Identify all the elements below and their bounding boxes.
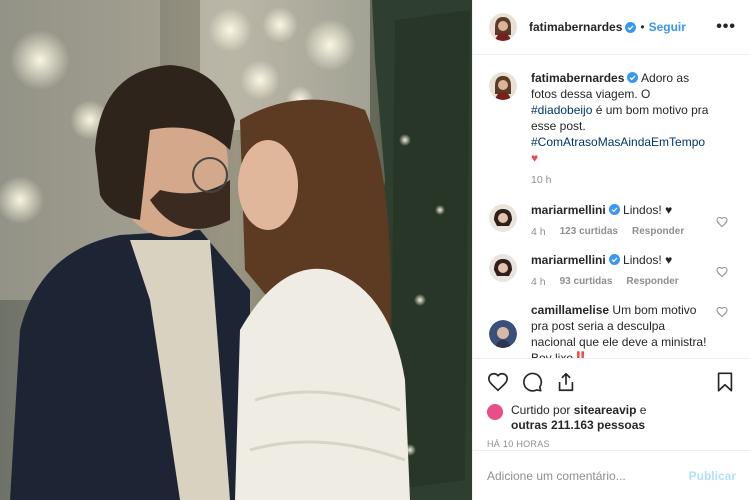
reply-button[interactable]: Responder — [626, 274, 678, 290]
reply-button[interactable]: Responder — [632, 224, 684, 240]
comment-time[interactable]: 4 h — [531, 224, 546, 240]
comment-body: camillamelise Um bom motivo pra post ser… — [531, 302, 713, 358]
post-header: fatimabernardes • Seguir ••• — [473, 0, 750, 55]
commenter-username[interactable]: mariarmellini — [531, 253, 606, 267]
caption-body: fatimabernardes Adoro as fotos dessa via… — [531, 70, 713, 188]
comment-text: Lindos! ♥ — [619, 203, 673, 217]
commenter-username[interactable]: camillamelise — [531, 303, 609, 317]
comment-body: mariarmellini Lindos! ♥ 4 h 123 curtidas… — [531, 202, 713, 240]
post-actions: Curtido por siteareavip e outras 211.163… — [473, 358, 750, 449]
comments-list: fatimabernardes Adoro as fotos dessa via… — [473, 56, 750, 358]
comment-text: Lindos! ♥ — [619, 253, 673, 267]
hashtag-link[interactable]: #ComAtrasoMasAindaEmTempo — [531, 135, 705, 149]
bookmark-icon[interactable] — [714, 371, 736, 393]
comment-likes[interactable]: 93 curtidas — [560, 274, 613, 290]
liked-by-text: Curtido por siteareavip e outras 211.163… — [511, 403, 646, 433]
heart-icon[interactable] — [716, 306, 728, 318]
caption-time[interactable]: 10 h — [531, 172, 551, 188]
caption-meta: 10 h — [531, 172, 713, 188]
liked-by: Curtido por siteareavip e outras 211.163… — [487, 403, 736, 433]
heart-icon[interactable] — [716, 216, 728, 228]
commenter-avatar[interactable] — [489, 204, 517, 232]
heart-icon[interactable] — [716, 266, 728, 278]
verified-icon — [608, 204, 620, 215]
caption-avatar[interactable] — [489, 72, 517, 100]
verified-icon — [625, 21, 637, 33]
post-photo[interactable] — [0, 0, 472, 500]
caption-username[interactable]: fatimabernardes — [531, 71, 624, 85]
action-icons — [487, 369, 736, 395]
commenter-avatar[interactable] — [489, 254, 517, 282]
comment-icon[interactable] — [521, 371, 543, 393]
likes-count[interactable]: outras 211.163 pessoas — [511, 418, 645, 432]
heart-icon[interactable] — [487, 371, 509, 393]
more-options-icon[interactable]: ••• — [716, 18, 736, 36]
comment-likes[interactable]: 123 curtidas — [560, 224, 618, 240]
commenter-username[interactable]: mariarmellini — [531, 203, 606, 217]
caption: fatimabernardes Adoro as fotos dessa via… — [489, 70, 734, 188]
liker-username[interactable]: siteareavip — [574, 403, 637, 417]
verified-icon — [627, 72, 639, 83]
liked-by-prefix: Curtido por — [511, 403, 574, 417]
red-heart-emoji: ♥ — [531, 151, 539, 165]
couple-kissing-photo — [0, 0, 472, 500]
liker-avatar[interactable] — [487, 404, 503, 420]
author-username[interactable]: fatimabernardes — [529, 20, 622, 34]
follow-button[interactable]: Seguir — [649, 20, 686, 34]
comment-meta: 4 h 123 curtidas Responder — [531, 224, 713, 240]
comment-item: mariarmellini Lindos! ♥ 4 h 93 curtidas … — [489, 252, 734, 290]
commenter-avatar[interactable] — [489, 320, 517, 348]
author-avatar[interactable] — [489, 13, 517, 41]
liked-by-connector: e — [636, 403, 647, 417]
comment-meta: 4 h 93 curtidas Responder — [531, 274, 713, 290]
post-side-panel: fatimabernardes • Seguir ••• fatimaberna… — [472, 0, 750, 500]
comment-time[interactable]: 4 h — [531, 274, 546, 290]
add-comment-bar: Publicar — [473, 450, 750, 500]
comment-body: mariarmellini Lindos! ♥ 4 h 93 curtidas … — [531, 252, 713, 290]
comment-input[interactable] — [487, 468, 689, 483]
post-timestamp[interactable]: HÁ 10 HORAS — [487, 439, 736, 449]
separator-dot: • — [640, 20, 645, 34]
share-icon[interactable] — [555, 371, 577, 393]
hashtag-link[interactable]: #diadobeijo — [531, 103, 592, 117]
publish-button[interactable]: Publicar — [689, 469, 736, 483]
verified-icon — [608, 254, 620, 265]
comment-item: mariarmellini Lindos! ♥ 4 h 123 curtidas… — [489, 202, 734, 240]
comment-item: camillamelise Um bom motivo pra post ser… — [489, 302, 734, 358]
